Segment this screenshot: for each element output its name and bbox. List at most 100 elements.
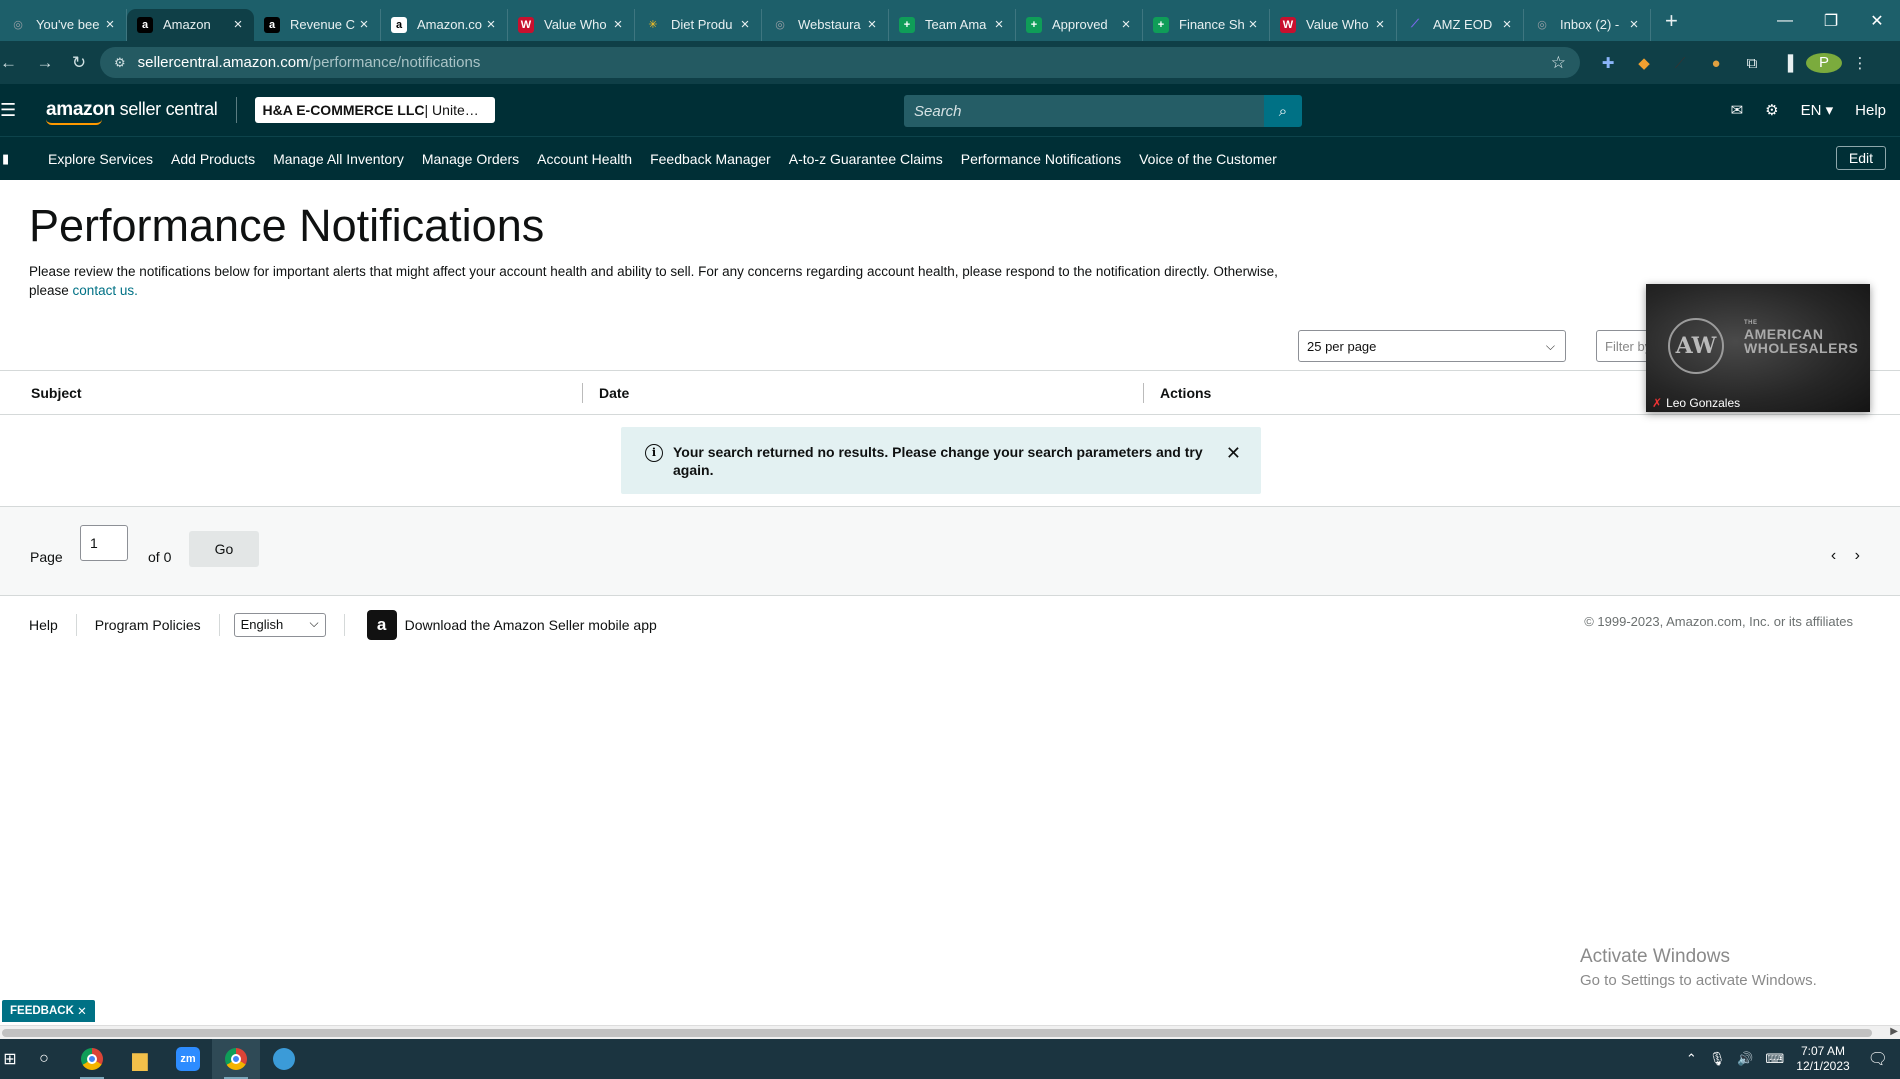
chevron-left-icon[interactable]: ‹ xyxy=(1831,547,1836,564)
video-call-overlay[interactable]: AW THE AMERICAN WHOLESALERS ✗ Leo Gonzale… xyxy=(1646,284,1870,412)
nav-link[interactable]: Explore Services xyxy=(48,151,153,167)
tab-close-icon[interactable]: × xyxy=(1245,16,1261,33)
url-bar[interactable]: ⚙ sellercentral.amazon.com/performance/n… xyxy=(100,47,1580,78)
seller-central-logo[interactable]: amazon seller central xyxy=(46,99,218,125)
column-subject[interactable]: Subject xyxy=(31,385,82,401)
keyboard-icon[interactable]: ⌨ xyxy=(1766,1051,1785,1067)
tab-close-icon[interactable]: × xyxy=(991,16,1007,33)
nav-link[interactable]: Account Health xyxy=(537,151,632,167)
feedback-tab[interactable]: FEEDBACK ✕ xyxy=(2,1000,95,1022)
contact-us-link[interactable]: contact us. xyxy=(73,283,138,298)
browser-tab[interactable]: W Value Who × xyxy=(1270,8,1397,41)
amazon-app-icon[interactable]: a xyxy=(366,610,397,640)
extension-icon[interactable]: ◆ xyxy=(1626,54,1662,72)
gear-icon[interactable]: ⚙ xyxy=(1765,101,1778,119)
hamburger-menu-icon[interactable]: ☰ xyxy=(0,100,20,121)
close-icon[interactable]: ✕ xyxy=(77,1004,87,1018)
minimize-icon[interactable]: — xyxy=(1762,12,1808,30)
puzzle-icon[interactable]: ⧉ xyxy=(1734,55,1770,72)
tab-close-icon[interactable]: × xyxy=(1626,16,1642,33)
zoom-icon[interactable]: zm xyxy=(164,1039,212,1079)
back-icon[interactable]: ← xyxy=(0,53,17,73)
browser-tab[interactable]: ◎ Webstaura × xyxy=(762,8,889,41)
file-explorer-icon[interactable]: ▆ xyxy=(116,1039,164,1079)
nav-link[interactable]: Manage Orders xyxy=(422,151,519,167)
browser-tab[interactable]: ◎ Inbox (2) - × xyxy=(1524,8,1651,41)
extension-icon[interactable]: ✚ xyxy=(1590,54,1626,72)
nav-link[interactable]: A-to-z Guarantee Claims xyxy=(789,151,943,167)
browser-tab[interactable]: + Finance Sh × xyxy=(1143,8,1270,41)
nav-link[interactable]: Performance Notifications xyxy=(961,151,1121,167)
column-resizer[interactable] xyxy=(582,383,583,403)
chrome-icon[interactable] xyxy=(212,1039,260,1079)
bookmark-star-icon[interactable]: ☆ xyxy=(1551,53,1566,73)
nav-link[interactable]: Voice of the Customer xyxy=(1139,151,1277,167)
tab-close-icon[interactable]: × xyxy=(610,16,626,33)
edit-nav-button[interactable]: Edit xyxy=(1835,146,1886,170)
browser-tab[interactable]: W Value Who × xyxy=(508,8,635,41)
scroll-right-icon[interactable]: ▶ xyxy=(1890,1026,1898,1037)
header-right-tools: ✉ ⚙ EN ▾ Help xyxy=(1709,84,1886,136)
program-policies-link[interactable]: Program Policies xyxy=(95,617,201,633)
chrome-icon[interactable] xyxy=(68,1039,116,1079)
tab-close-icon[interactable]: × xyxy=(1372,16,1388,33)
microphone-icon[interactable]: 🎙 xyxy=(1709,1051,1726,1067)
mail-icon[interactable]: ✉ xyxy=(1731,101,1744,119)
extension-icon[interactable]: ⟋ xyxy=(1662,55,1698,72)
search-icon[interactable]: ○ xyxy=(20,1039,68,1079)
browser-tab[interactable]: + Approved × xyxy=(1016,8,1143,41)
language-selector[interactable]: EN ▾ xyxy=(1801,101,1834,119)
browser-tab[interactable]: a Amazon.co × xyxy=(381,8,508,41)
windows-start-icon[interactable]: ⊞ xyxy=(0,1039,20,1079)
download-app-link[interactable]: Download the Amazon Seller mobile app xyxy=(405,617,657,633)
volume-icon[interactable]: 🔊 xyxy=(1737,1051,1753,1067)
tab-close-icon[interactable]: × xyxy=(102,16,118,33)
tab-close-icon[interactable]: × xyxy=(864,16,880,33)
side-panel-icon[interactable]: ▐ xyxy=(1770,55,1806,72)
reload-icon[interactable]: ↻ xyxy=(62,53,96,73)
bookmark-icon[interactable]: ▮ xyxy=(2,151,38,167)
browser-tab[interactable]: a Amazon × xyxy=(127,8,254,41)
app-icon[interactable] xyxy=(260,1039,308,1079)
footer-help-link[interactable]: Help xyxy=(29,617,58,633)
column-date[interactable]: Date xyxy=(599,385,629,401)
help-link[interactable]: Help xyxy=(1855,102,1886,119)
close-icon[interactable]: ✕ xyxy=(1226,443,1241,464)
search-button[interactable]: ⌕ xyxy=(1264,95,1302,127)
close-window-icon[interactable]: ✕ xyxy=(1854,11,1900,31)
nav-link[interactable]: Manage All Inventory xyxy=(273,151,404,167)
profile-avatar[interactable]: P xyxy=(1806,53,1842,73)
clock[interactable]: 7:07 AM 12/1/2023 xyxy=(1796,1044,1849,1074)
nav-link[interactable]: Add Products xyxy=(171,151,255,167)
notifications-icon[interactable]: 🗨 xyxy=(1868,1049,1888,1069)
browser-tab[interactable]: ◎ You've bee × xyxy=(0,8,127,41)
per-page-select[interactable]: 25 per page ⌵ xyxy=(1298,330,1566,362)
scrollbar-thumb[interactable] xyxy=(2,1029,1872,1037)
tab-close-icon[interactable]: × xyxy=(1499,16,1515,33)
extension-icon[interactable]: ● xyxy=(1698,55,1734,72)
account-switcher[interactable]: H&A E-COMMERCE LLC | Unite… xyxy=(254,97,495,123)
footer-language-select[interactable]: English ⌵ xyxy=(233,613,326,637)
new-tab-button[interactable]: + xyxy=(1665,8,1678,34)
seller-search-input[interactable] xyxy=(904,95,1264,127)
nav-link[interactable]: Feedback Manager xyxy=(650,151,771,167)
horizontal-scrollbar[interactable]: ▶ xyxy=(0,1025,1900,1039)
forward-icon[interactable]: → xyxy=(28,53,62,73)
chevron-up-icon[interactable]: ⌃ xyxy=(1686,1051,1697,1067)
browser-tab[interactable]: ⟋ AMZ EOD × xyxy=(1397,8,1524,41)
menu-dots-icon[interactable]: ⋮ xyxy=(1842,54,1878,72)
restore-icon[interactable]: ❐ xyxy=(1808,11,1854,31)
page-number-input[interactable]: 1 xyxy=(80,525,128,561)
tab-close-icon[interactable]: × xyxy=(230,16,246,33)
tab-close-icon[interactable]: × xyxy=(1118,16,1134,33)
browser-tab[interactable]: ✳ Diet Produ × xyxy=(635,8,762,41)
column-resizer[interactable] xyxy=(1143,383,1144,403)
chevron-right-icon[interactable]: › xyxy=(1855,547,1860,564)
tab-close-icon[interactable]: × xyxy=(483,16,499,33)
tab-close-icon[interactable]: × xyxy=(737,16,753,33)
tab-close-icon[interactable]: × xyxy=(356,16,372,33)
browser-tab[interactable]: a Revenue C × xyxy=(254,8,381,41)
browser-tab[interactable]: + Team Ama × xyxy=(889,8,1016,41)
site-info-icon[interactable]: ⚙ xyxy=(114,55,126,71)
go-button[interactable]: Go xyxy=(189,531,259,567)
